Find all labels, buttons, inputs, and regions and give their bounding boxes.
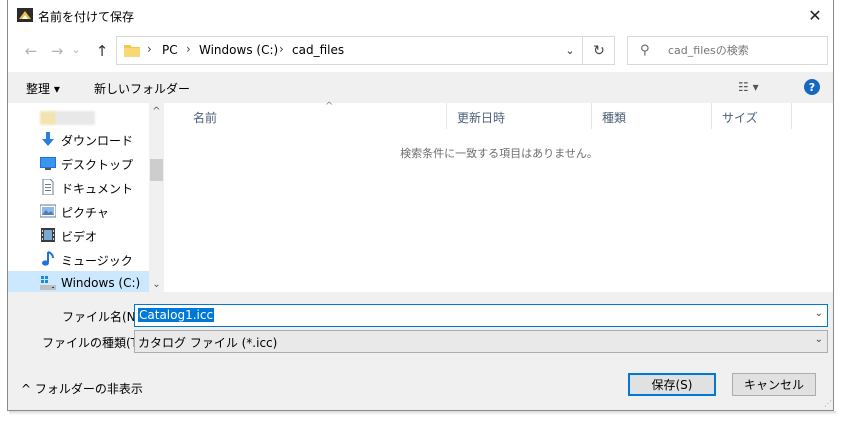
sidebar-item-pictures[interactable]: ピクチャ bbox=[8, 199, 149, 223]
window-shadow bbox=[9, 411, 836, 415]
column-header-label: 更新日時 bbox=[457, 111, 506, 125]
chevron-down-icon[interactable]: ⌄ bbox=[815, 308, 823, 319]
sidebar-item-label: デスクトップ bbox=[61, 158, 134, 172]
address-bar[interactable]: › PC › Windows (C:) › cad_files ⌄ ↻ bbox=[116, 36, 615, 65]
save-button[interactable]: 保存(S) bbox=[628, 373, 716, 396]
column-header-type[interactable]: 種類 bbox=[592, 103, 712, 129]
sidebar-item-label: Windows (C:) bbox=[61, 276, 141, 290]
view-options-icon[interactable]: ☷ ▾ bbox=[738, 80, 759, 94]
help-icon[interactable]: ? bbox=[804, 79, 820, 95]
search-box[interactable]: ⚲ bbox=[627, 36, 828, 65]
breadcrumb-separator: › bbox=[279, 42, 284, 56]
blurred-placeholder bbox=[40, 111, 95, 125]
chevron-down-icon: ⌄ bbox=[71, 42, 81, 56]
resize-grip-icon[interactable]: ⋰ bbox=[824, 399, 832, 408]
arrow-up-icon: ↑ bbox=[95, 42, 109, 60]
address-dropdown-button[interactable]: ⌄ bbox=[561, 41, 579, 59]
filetype-select[interactable]: カタログ ファイル (*.icc) ⌄ bbox=[134, 330, 828, 353]
arrow-right-icon: → bbox=[50, 42, 64, 60]
navigation-pane: ダウンロード デスクトップ ドキュメント ピクチャ ビデオ ミュージック Win… bbox=[8, 103, 164, 292]
cancel-button[interactable]: キャンセル bbox=[732, 373, 816, 396]
column-header-size[interactable]: サイズ bbox=[712, 103, 792, 129]
column-header-label: サイズ bbox=[722, 111, 758, 125]
sidebar-item-downloads[interactable]: ダウンロード bbox=[8, 127, 149, 151]
sidebar-item-label: ビデオ bbox=[61, 230, 98, 244]
column-header-name[interactable]: 名前 ^ bbox=[183, 101, 447, 129]
desktop-icon bbox=[40, 157, 56, 170]
filetype-label: ファイルの種類(T): bbox=[42, 336, 147, 350]
help-glyph: ? bbox=[808, 80, 816, 94]
sidebar-item-label: ミュージック bbox=[61, 254, 133, 268]
filename-field[interactable]: Catalog1.icc ⌄ bbox=[134, 304, 828, 327]
breadcrumb-pc[interactable]: PC bbox=[162, 43, 178, 57]
music-note-icon bbox=[42, 251, 54, 266]
recent-locations-button[interactable]: ⌄ bbox=[69, 38, 83, 60]
close-button[interactable]: ✕ bbox=[797, 0, 833, 30]
command-bar: 整理 ▾ 新しいフォルダー ☷ ▾ ? bbox=[8, 72, 833, 103]
chevron-down-icon[interactable]: ⌄ bbox=[815, 334, 823, 345]
download-icon bbox=[42, 132, 54, 146]
breadcrumb-cad-files[interactable]: cad_files bbox=[292, 43, 344, 57]
breadcrumb-separator: › bbox=[147, 42, 152, 56]
chevron-down-icon: ⌄ bbox=[565, 43, 575, 57]
column-header-label: 種類 bbox=[602, 111, 627, 125]
sidebar-item-label: ドキュメント bbox=[61, 182, 134, 196]
search-input[interactable] bbox=[668, 44, 818, 57]
window-title: 名前を付けて保存 bbox=[38, 10, 135, 24]
refresh-button[interactable]: ↻ bbox=[582, 37, 615, 64]
video-icon bbox=[41, 228, 55, 242]
up-button[interactable]: ↑ bbox=[91, 40, 113, 62]
file-list: 名前 ^ 更新日時 種類 サイズ 検索条件に一致する項目はありません。 bbox=[165, 101, 833, 292]
scrollbar-thumb[interactable] bbox=[150, 159, 163, 181]
save-form-area: ファイル名(N): Catalog1.icc ⌄ ファイルの種類(T): カタロ… bbox=[8, 292, 833, 410]
forward-button[interactable]: → bbox=[46, 40, 68, 62]
sidebar-item-music[interactable]: ミュージック bbox=[8, 247, 149, 271]
breadcrumb-windows-c[interactable]: Windows (C:) bbox=[199, 43, 278, 57]
filename-label: ファイル名(N): bbox=[62, 310, 145, 324]
sidebar-item-label: ダウンロード bbox=[61, 134, 134, 148]
sort-ascending-icon: ^ bbox=[325, 101, 334, 112]
hide-folders-toggle[interactable]: ^ フォルダーの非表示 bbox=[21, 380, 143, 397]
sidebar-item-videos[interactable]: ビデオ bbox=[8, 223, 149, 247]
refresh-icon: ↻ bbox=[593, 42, 605, 59]
save-as-dialog: 名前を付けて保存 ✕ ← → ⌄ ↑ › PC › Windows (C:) ›… bbox=[7, 0, 834, 411]
sidebar-item-desktop[interactable]: デスクトップ bbox=[8, 151, 149, 175]
back-button[interactable]: ← bbox=[20, 40, 42, 62]
sidebar-item-windows-c[interactable]: Windows (C:) bbox=[8, 271, 149, 292]
column-header-modified[interactable]: 更新日時 bbox=[447, 103, 592, 129]
empty-list-message: 検索条件に一致する項目はありません。 bbox=[400, 147, 598, 160]
sidebar-item-documents[interactable]: ドキュメント bbox=[8, 175, 149, 199]
save-button-label: 保存(S) bbox=[651, 378, 693, 392]
document-icon bbox=[42, 179, 54, 195]
search-icon: ⚲ bbox=[640, 43, 650, 58]
chevron-up-icon[interactable]: ^ bbox=[149, 106, 164, 117]
organize-button[interactable]: 整理 ▾ bbox=[26, 80, 60, 97]
new-folder-button[interactable]: 新しいフォルダー bbox=[94, 80, 190, 97]
filename-value[interactable]: Catalog1.icc bbox=[138, 308, 215, 322]
picture-icon bbox=[40, 204, 56, 218]
arrow-left-icon: ← bbox=[24, 42, 38, 60]
sidebar-scrollbar[interactable]: ^ ⌄ bbox=[149, 103, 164, 292]
filetype-value: カタログ ファイル (*.icc) bbox=[138, 336, 278, 350]
close-icon: ✕ bbox=[808, 5, 822, 25]
column-header-label: 名前 bbox=[193, 111, 218, 125]
app-icon bbox=[17, 8, 33, 22]
chevron-down-icon[interactable]: ⌄ bbox=[149, 279, 164, 290]
folder-icon bbox=[124, 45, 140, 57]
breadcrumb-separator: › bbox=[186, 42, 191, 56]
cancel-button-label: キャンセル bbox=[743, 378, 804, 392]
drive-icon bbox=[40, 276, 56, 290]
title-bar: 名前を付けて保存 ✕ bbox=[8, 0, 833, 32]
sidebar-item-label: ピクチャ bbox=[61, 206, 109, 220]
sidebar-item-blurred[interactable] bbox=[8, 105, 149, 129]
